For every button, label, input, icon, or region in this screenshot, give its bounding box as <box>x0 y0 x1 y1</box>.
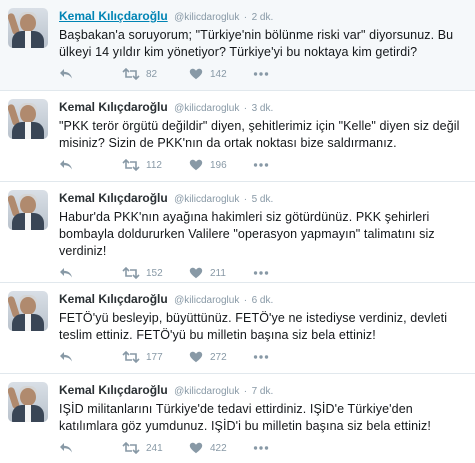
tweet-timestamp[interactable]: 2 dk. <box>252 12 274 23</box>
like-count: 422 <box>210 443 227 454</box>
tweet-timeline: Kemal Kılıçdaroğlu @kilicdarogluk · 2 dk… <box>0 0 475 461</box>
tweet-header: Kemal Kılıçdaroğlu @kilicdarogluk · 5 dk… <box>59 190 461 208</box>
like-count: 142 <box>210 69 227 80</box>
tweet-timestamp[interactable]: 5 dk. <box>252 194 274 205</box>
tweet-actions: 177 272 <box>59 344 461 372</box>
author-handle[interactable]: @kilicdarogluk <box>174 12 239 23</box>
tweet-card[interactable]: Kemal Kılıçdaroğlu @kilicdarogluk · 6 dk… <box>0 283 475 374</box>
tweet-card[interactable]: Kemal Kılıçdaroğlu @kilicdarogluk · 2 dk… <box>0 0 475 91</box>
avatar[interactable] <box>8 291 48 331</box>
author-handle[interactable]: @kilicdarogluk <box>174 103 239 114</box>
retweet-count: 112 <box>146 160 162 171</box>
tweet-header: Kemal Kılıçdaroğlu @kilicdarogluk · 6 dk… <box>59 291 461 309</box>
reply-icon[interactable] <box>59 67 73 81</box>
author-name[interactable]: Kemal Kılıçdaroğlu <box>59 292 168 306</box>
tweet-actions: 82 142 <box>59 61 461 89</box>
more-icon[interactable] <box>253 67 269 81</box>
heart-icon[interactable] <box>189 158 203 172</box>
retweet-count: 177 <box>146 352 163 363</box>
retweet-icon[interactable] <box>122 67 140 81</box>
retweet-icon[interactable] <box>122 158 140 172</box>
heart-icon[interactable] <box>189 266 203 280</box>
tweet-actions: 112 196 <box>59 152 461 180</box>
author-name[interactable]: Kemal Kılıçdaroğlu <box>59 191 168 205</box>
like-count: 272 <box>210 352 227 363</box>
like-count: 196 <box>210 160 227 171</box>
avatar[interactable] <box>8 190 48 230</box>
retweet-count: 241 <box>146 443 163 454</box>
retweet-icon[interactable] <box>122 350 140 364</box>
author-handle[interactable]: @kilicdarogluk <box>174 194 239 205</box>
tweet-card[interactable]: Kemal Kılıçdaroğlu @kilicdarogluk · 7 dk… <box>0 374 475 461</box>
like-count: 211 <box>210 268 226 279</box>
separator-dot: · <box>243 103 248 114</box>
avatar[interactable] <box>8 8 48 48</box>
tweet-card[interactable]: Kemal Kılıçdaroğlu @kilicdarogluk · 3 dk… <box>0 91 475 182</box>
tweet-card[interactable]: Kemal Kılıçdaroğlu @kilicdarogluk · 5 dk… <box>0 182 475 283</box>
author-handle[interactable]: @kilicdarogluk <box>174 295 239 306</box>
retweet-count: 82 <box>146 69 158 80</box>
heart-icon[interactable] <box>189 441 203 455</box>
more-icon[interactable] <box>253 158 269 172</box>
avatar[interactable] <box>8 99 48 139</box>
reply-icon[interactable] <box>59 350 73 364</box>
reply-icon[interactable] <box>59 441 73 455</box>
avatar[interactable] <box>8 382 48 422</box>
more-icon[interactable] <box>253 441 269 455</box>
retweet-icon[interactable] <box>122 441 140 455</box>
author-name[interactable]: Kemal Kılıçdaroğlu <box>59 9 168 23</box>
separator-dot: · <box>243 295 248 306</box>
tweet-timestamp[interactable]: 7 dk. <box>252 386 274 397</box>
tweet-text: IŞİD militanlarını Türkiye'de tedavi ett… <box>59 402 431 433</box>
tweet-text: FETÖ'yü besleyip, büyüttünüz. FETÖ'ye ne… <box>59 311 448 342</box>
author-name[interactable]: Kemal Kılıçdaroğlu <box>59 100 168 114</box>
tweet-header: Kemal Kılıçdaroğlu @kilicdarogluk · 7 dk… <box>59 382 461 400</box>
separator-dot: · <box>243 386 248 397</box>
retweet-count: 152 <box>146 268 163 279</box>
tweet-timestamp[interactable]: 3 dk. <box>252 103 274 114</box>
heart-icon[interactable] <box>189 350 203 364</box>
tweet-timestamp[interactable]: 6 dk. <box>252 295 274 306</box>
heart-icon[interactable] <box>189 67 203 81</box>
tweet-text: "PKK terör örgütü değildir" diyen, şehit… <box>59 119 460 150</box>
tweet-text: Başbakan'a soruyorum; "Türkiye'nin bölün… <box>59 28 454 59</box>
author-handle[interactable]: @kilicdarogluk <box>174 386 239 397</box>
tweet-actions: 241 422 <box>59 435 461 463</box>
separator-dot: · <box>243 194 248 205</box>
separator-dot: · <box>243 12 248 23</box>
author-name[interactable]: Kemal Kılıçdaroğlu <box>59 383 168 397</box>
reply-icon[interactable] <box>59 158 73 172</box>
tweet-header: Kemal Kılıçdaroğlu @kilicdarogluk · 3 dk… <box>59 99 461 117</box>
reply-icon[interactable] <box>59 266 73 280</box>
tweet-header: Kemal Kılıçdaroğlu @kilicdarogluk · 2 dk… <box>59 8 461 26</box>
more-icon[interactable] <box>253 266 269 280</box>
more-icon[interactable] <box>253 350 269 364</box>
retweet-icon[interactable] <box>122 266 140 280</box>
tweet-text: Habur'da PKK'nın ayağına hakimleri siz g… <box>59 210 435 258</box>
